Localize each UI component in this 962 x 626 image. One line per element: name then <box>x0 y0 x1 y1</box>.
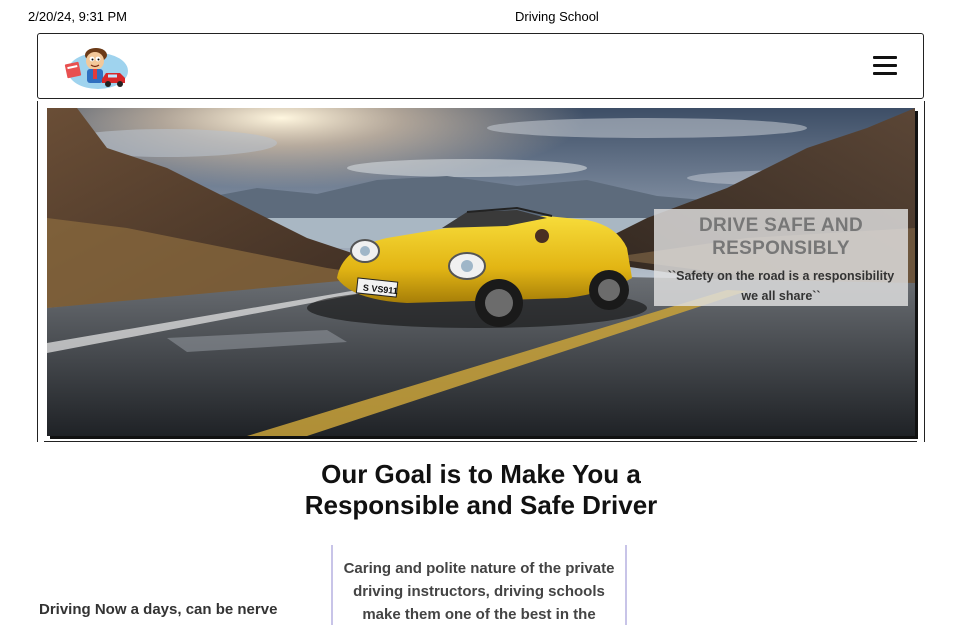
goal-heading: Our Goal is to Make You a Responsible an… <box>304 459 658 520</box>
hamburger-menu-icon[interactable] <box>873 56 897 76</box>
print-header: 2/20/24, 9:31 PM Driving School <box>0 9 962 25</box>
intro-paragraph: Driving Now a days, can be nerve <box>39 601 278 618</box>
hero-card-title: DRIVE SAFE AND RESPONSIBLY <box>699 215 863 259</box>
instructors-panel: Caring and polite nature of the private … <box>331 545 627 625</box>
hero-divider <box>44 441 917 442</box>
hero-card-quote: ``Safety on the road is a responsibility… <box>667 269 895 303</box>
print-datetime: 2/20/24, 9:31 PM <box>28 9 128 24</box>
print-page-title: Driving School <box>515 9 599 24</box>
driving-school-logo-icon[interactable] <box>62 41 128 91</box>
navbar <box>37 33 924 99</box>
hero-caption-card: DRIVE SAFE AND RESPONSIBLY ``Safety on t… <box>654 209 908 306</box>
